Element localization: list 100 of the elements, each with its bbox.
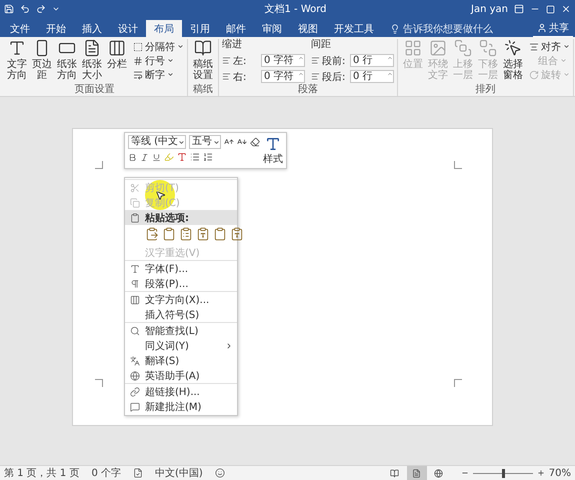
ribbon-button[interactable]: 断字 (133, 68, 184, 81)
menu-item[interactable]: 段落(P)... (125, 276, 237, 291)
spacing-title: 间距 (311, 39, 332, 51)
indent-title: 缩进 (222, 39, 243, 51)
paste-merge-icon[interactable] (179, 227, 193, 243)
styles-button[interactable]: 样式 (263, 135, 283, 166)
menu-item[interactable]: 插入符号(S) (125, 307, 237, 322)
position-icon (404, 39, 422, 57)
maximize-icon[interactable] (546, 4, 555, 14)
print-layout-icon[interactable] (406, 466, 427, 480)
undo-icon[interactable] (20, 4, 30, 14)
shrink-font-icon (237, 137, 247, 147)
language[interactable]: 中文(中国) (155, 466, 203, 480)
spin-field[interactable]: 0 字符 (261, 54, 305, 67)
menu-header: 粘贴选项: (125, 210, 237, 225)
group-label: 页面设置 (74, 84, 116, 96)
field-label: 段后: (322, 70, 346, 84)
ribbon-button[interactable]: 行号 (133, 54, 184, 67)
menu-item[interactable]: 翻译(S) (125, 353, 237, 368)
highlighter-icon (164, 152, 174, 162)
align-icon (529, 42, 539, 52)
tell-me-field[interactable]: 告诉我你想要做什么 (403, 22, 493, 36)
ribbon-button[interactable]: 对齐 (529, 40, 570, 53)
close-icon[interactable] (561, 4, 571, 14)
zoom-in-icon[interactable] (536, 469, 545, 477)
menu-item[interactable]: 智能查找(L) (125, 323, 237, 338)
ribbon-tab[interactable]: 开发工具 (326, 20, 382, 37)
paste-keep-format-icon[interactable] (145, 227, 159, 243)
ribbon-tab[interactable]: 插入 (74, 20, 110, 37)
zoom-level[interactable]: 70% (548, 468, 571, 478)
copy-icon (130, 198, 140, 208)
paste-text-icon[interactable] (230, 227, 244, 243)
search-icon (130, 326, 140, 336)
margin-mark (454, 379, 462, 387)
breaks-icon (133, 42, 143, 52)
menu-item[interactable]: 英语助手(A) (125, 368, 237, 383)
link-icon (130, 386, 140, 396)
ribbon-button[interactable]: 纸张方向 (55, 39, 79, 84)
underline-icon (152, 152, 161, 162)
indent-right-icon (222, 72, 231, 81)
eraser-icon (250, 137, 260, 147)
ribbon-button[interactable]: 页边距 (30, 39, 54, 84)
group-label: 稿纸 (192, 84, 214, 96)
font-dropdown[interactable]: 等线 (中文 (128, 135, 186, 149)
save-icon[interactable] (4, 4, 14, 14)
proofing-icon (133, 468, 143, 478)
styles-icon (265, 136, 281, 152)
text-direction-icon (8, 39, 26, 57)
ribbon-button[interactable]: 选择窗格 (501, 39, 525, 84)
ribbon-tab[interactable]: 引用 (182, 20, 218, 37)
margin-mark (95, 161, 103, 169)
zoom-thumb[interactable] (502, 468, 505, 478)
customize-caret-icon[interactable] (52, 5, 60, 13)
paragraph-icon (130, 278, 140, 288)
ribbon-display-icon[interactable] (514, 4, 524, 14)
ribbon-tab[interactable]: 视图 (290, 20, 326, 37)
user-name[interactable]: Jan yan (471, 4, 508, 14)
ribbon-tab[interactable]: 布局 (146, 20, 182, 37)
translate-icon (130, 356, 140, 366)
ribbon-tab[interactable]: 文件 (2, 20, 38, 37)
manuscript-icon (194, 39, 212, 57)
field-label: 右: (233, 70, 248, 84)
ribbon-tab[interactable]: 开始 (38, 20, 74, 37)
ribbon-tab[interactable]: 设计 (110, 20, 146, 37)
comment-icon (130, 402, 140, 412)
spin-field[interactable]: 0 行 (350, 70, 394, 83)
redo-icon[interactable] (36, 4, 46, 14)
page-count[interactable]: 第 1 页，共 1 页 (4, 466, 80, 480)
font-size-dropdown[interactable]: 五号 (189, 135, 221, 149)
caret-icon (178, 138, 185, 146)
menu-item[interactable]: 文字方向(X)... (125, 292, 237, 307)
menu-item[interactable]: 字体(F)... (125, 261, 237, 276)
spacing-before-icon (311, 56, 320, 65)
ribbon-button[interactable]: 分隔符 (133, 40, 184, 53)
hyphenation-icon (133, 70, 143, 80)
person-icon (537, 23, 547, 33)
grow-font-icon (224, 137, 234, 147)
lightbulb-icon (390, 24, 400, 34)
line-numbers-icon (133, 56, 143, 66)
rotate-icon (529, 70, 539, 80)
word-count[interactable]: 0 个字 (91, 466, 121, 480)
menu-item[interactable]: 超链接(H)... (125, 384, 237, 399)
field-label: 左: (233, 54, 248, 68)
ribbon-tab[interactable]: 审阅 (254, 20, 290, 37)
page-size-icon (83, 39, 101, 57)
bring-forward-icon (454, 39, 472, 57)
ribbon-button[interactable]: 文字方向 (5, 39, 29, 84)
paste-icon[interactable] (162, 227, 176, 243)
italic-icon (140, 152, 149, 162)
numbering-icon (203, 152, 213, 162)
spin-field[interactable]: 0 行 (350, 54, 394, 67)
ribbon-button[interactable]: 纸张大小 (80, 39, 104, 84)
menu-item[interactable]: 新建批注(M) (125, 399, 237, 414)
ribbon-button[interactable]: 稿纸设置 (191, 39, 215, 84)
ribbon-button[interactable]: 分栏 (105, 39, 129, 84)
spin-field[interactable]: 0 字符 (261, 70, 305, 83)
field-label: 段前: (322, 54, 346, 68)
ribbon-tab[interactable]: 邮件 (218, 20, 254, 37)
send-backward-icon (479, 39, 497, 57)
menu-item[interactable]: 同义词(Y) (125, 338, 237, 353)
